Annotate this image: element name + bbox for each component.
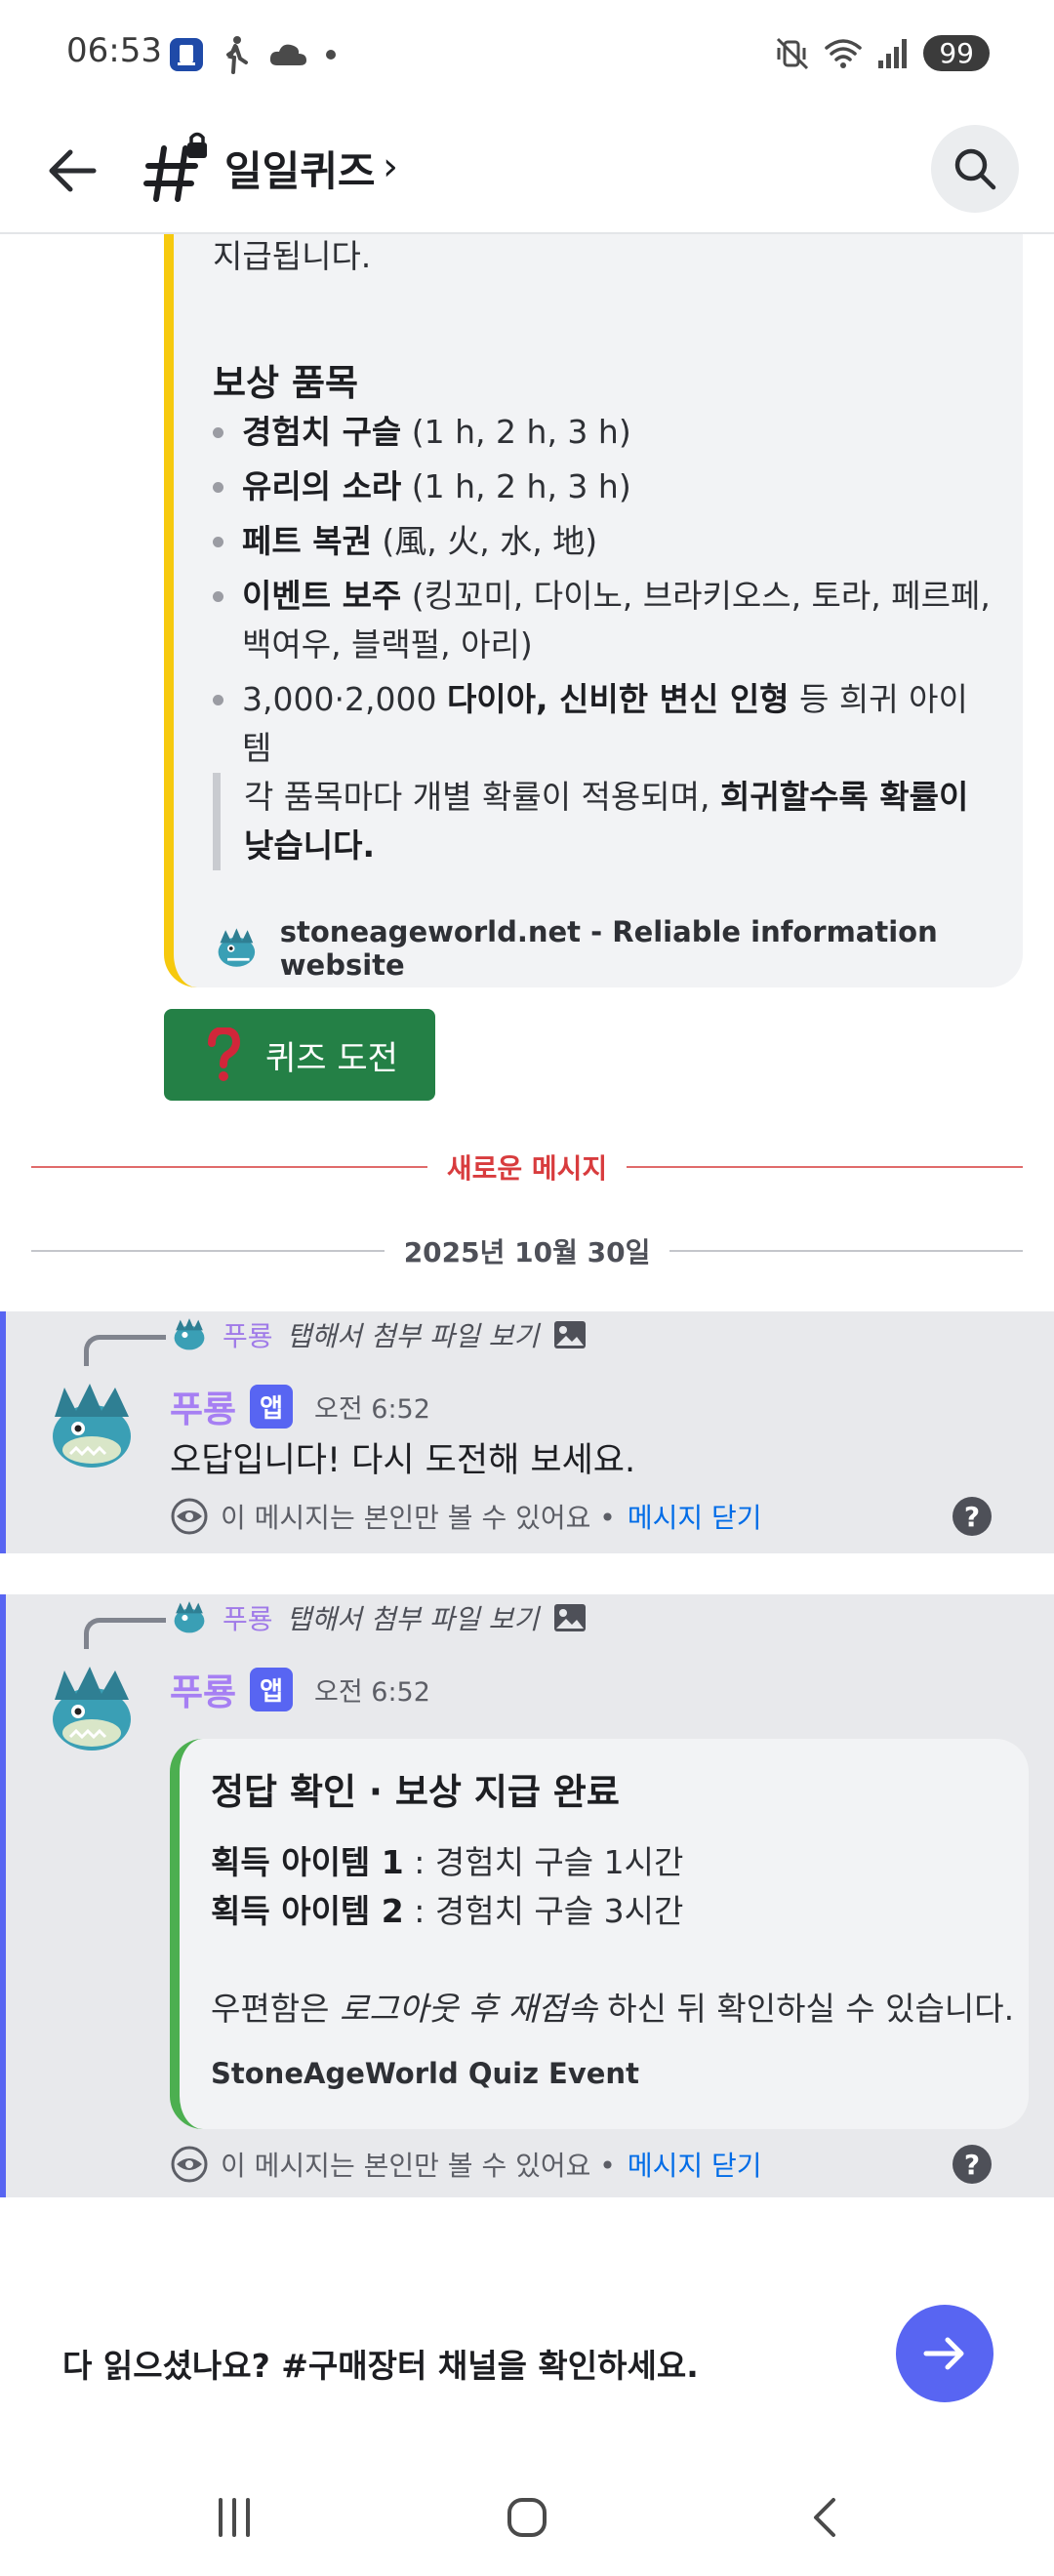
signal-icon — [878, 38, 908, 68]
channel-header: 일일퀴즈 › — [0, 107, 1054, 234]
search-button[interactable] — [931, 125, 1019, 213]
image-icon — [554, 1604, 587, 1631]
reply-preview[interactable]: 푸룡 탭해서 첨부 파일 보기 — [170, 1598, 588, 1637]
dragon-avatar-icon — [174, 1318, 205, 1350]
eye-icon — [171, 1498, 208, 1535]
reply-author: 푸룡 — [223, 1320, 273, 1352]
avatar[interactable] — [41, 1376, 142, 1477]
ephemeral-message[interactable]: 푸룡 탭해서 첨부 파일 보기 푸룡 앱 오전 6:52 정답 확인 · 보상 … — [0, 1594, 1054, 2197]
read-prompt-text: 다 읽으셨나요? #구매장터 채널을 확인하세요. — [62, 2347, 699, 2385]
system-nav-bar — [0, 2459, 1054, 2576]
wifi-icon — [825, 38, 863, 68]
channel-title[interactable]: 일일퀴즈 — [224, 139, 376, 198]
ephemeral-notice: 이 메시지는 본인만 볼 수 있어요 • 메시지 닫기 — [170, 2145, 762, 2184]
avatar[interactable] — [41, 1659, 142, 1760]
search-icon — [954, 148, 996, 190]
app-badge: 앱 — [250, 1667, 294, 1711]
new-messages-divider: 새로운 메시지 — [31, 1147, 1023, 1187]
dismiss-message-link[interactable]: 메시지 닫기 — [628, 1497, 762, 1536]
embed-section-title: 보상 품목 — [213, 362, 359, 404]
embed-line: 획득 아이템 2 : 경험치 구슬 3시간 — [211, 1892, 684, 1930]
reply-text: 탭해서 첨부 파일 보기 — [286, 1603, 540, 1635]
embed-line: 획득 아이템 1 : 경험치 구슬 1시간 — [211, 1843, 684, 1881]
app-notification-icon — [170, 38, 203, 71]
recent-apps-icon — [219, 2498, 250, 2537]
embed-line: 우편함은 로그아웃 후 재접속 하신 뒤 확인하실 수 있습니다. — [211, 1990, 1015, 2028]
message-timestamp: 오전 6:52 — [314, 1676, 430, 1708]
status-time: 06:53 — [66, 31, 162, 70]
reward-list: 경험치 구슬 (1 h, 2 h, 3 h) 유리의 소라 (1 h, 2 h,… — [213, 408, 993, 779]
list-item: 3,000·2,000 다이아, 신비한 변신 인형 등 희귀 아이템 — [213, 675, 993, 773]
system-back-button[interactable] — [796, 2488, 855, 2547]
reply-author: 푸룡 — [223, 1603, 273, 1635]
recent-apps-button[interactable] — [205, 2488, 264, 2547]
eye-icon — [171, 2146, 208, 2183]
arrow-right-icon — [923, 2337, 964, 2370]
dismiss-message-link[interactable]: 메시지 닫기 — [628, 2145, 762, 2184]
go-to-channel-button[interactable] — [896, 2305, 993, 2402]
ephemeral-notice: 이 메시지는 본인만 볼 수 있어요 • 메시지 닫기 — [170, 1497, 762, 1536]
back-arrow-icon — [49, 149, 97, 192]
embed-title: 정답 확인 · 보상 지급 완료 — [211, 1771, 620, 1813]
dragon-avatar-icon — [218, 928, 256, 967]
date-divider: 2025년 10월 30일 — [31, 1231, 1024, 1270]
reply-bracket — [84, 1618, 166, 1649]
embed-footer: stoneageworld.net - Reliable information… — [213, 915, 1023, 982]
message-author[interactable]: 푸룡 — [170, 1663, 236, 1715]
help-icon[interactable]: ? — [953, 2145, 992, 2184]
battery-icon: 99 — [923, 35, 990, 71]
cloud-icon — [269, 44, 306, 65]
list-item: 페트 복권 (風, 火, 水, 地) — [213, 517, 993, 566]
image-icon — [554, 1321, 587, 1348]
locked-hash-icon — [143, 132, 207, 202]
reward-info-embed: 지급됩니다. 보상 품목 경험치 구슬 (1 h, 2 h, 3 h) 유리의 … — [164, 195, 1023, 987]
message-author[interactable]: 푸룡 — [170, 1380, 236, 1432]
home-button[interactable] — [498, 2488, 556, 2547]
embed-footer-text: stoneageworld.net - Reliable information… — [279, 915, 938, 982]
walking-icon — [226, 36, 248, 74]
embed-text: 지급됩니다. — [213, 237, 372, 275]
back-icon — [814, 2498, 835, 2537]
list-item: 이벤트 보주 (킹꼬미, 다이노, 브라키오스, 토라, 페르페, 백여우, 블… — [213, 572, 993, 669]
mute-vibrate-icon — [777, 37, 809, 69]
help-icon[interactable]: ? — [953, 1497, 992, 1536]
reply-preview[interactable]: 푸룡 탭해서 첨부 파일 보기 — [170, 1315, 588, 1354]
dragon-avatar-icon — [174, 1601, 205, 1633]
ephemeral-message[interactable]: 푸룡 탭해서 첨부 파일 보기 푸룡 앱 오전 6:52 오답입니다! 다시 도… — [0, 1311, 1054, 1553]
list-item: 유리의 소라 (1 h, 2 h, 3 h) — [213, 463, 993, 511]
list-item: 경험치 구슬 (1 h, 2 h, 3 h) — [213, 408, 993, 457]
embed-footer-text: StoneAgeWorld Quiz Event — [211, 2057, 639, 2090]
back-button[interactable] — [39, 137, 107, 205]
embed-quote: 각 품목마다 개별 확률이 적용되며, 희귀할수록 확률이 낮습니다. — [213, 773, 993, 870]
chevron-right-icon[interactable]: › — [383, 144, 398, 189]
quiz-challenge-button[interactable]: 퀴즈 도전 — [164, 1009, 435, 1101]
home-icon — [507, 2498, 547, 2537]
reply-bracket — [84, 1335, 166, 1366]
reply-text: 탭해서 첨부 파일 보기 — [286, 1320, 540, 1352]
quiz-button-label: 퀴즈 도전 — [265, 1038, 398, 1078]
app-badge: 앱 — [250, 1384, 294, 1429]
message-timestamp: 오전 6:52 — [314, 1393, 430, 1425]
dot-icon — [326, 50, 336, 60]
reward-result-embed: 정답 확인 · 보상 지급 완료 획득 아이템 1 : 경험치 구슬 1시간 획… — [170, 1739, 1029, 2129]
message-body: 오답입니다! 다시 도전해 보세요. — [170, 1441, 636, 1480]
status-bar: 06:53 99 — [0, 0, 1054, 107]
red-question-mark-icon — [208, 1027, 240, 1081]
